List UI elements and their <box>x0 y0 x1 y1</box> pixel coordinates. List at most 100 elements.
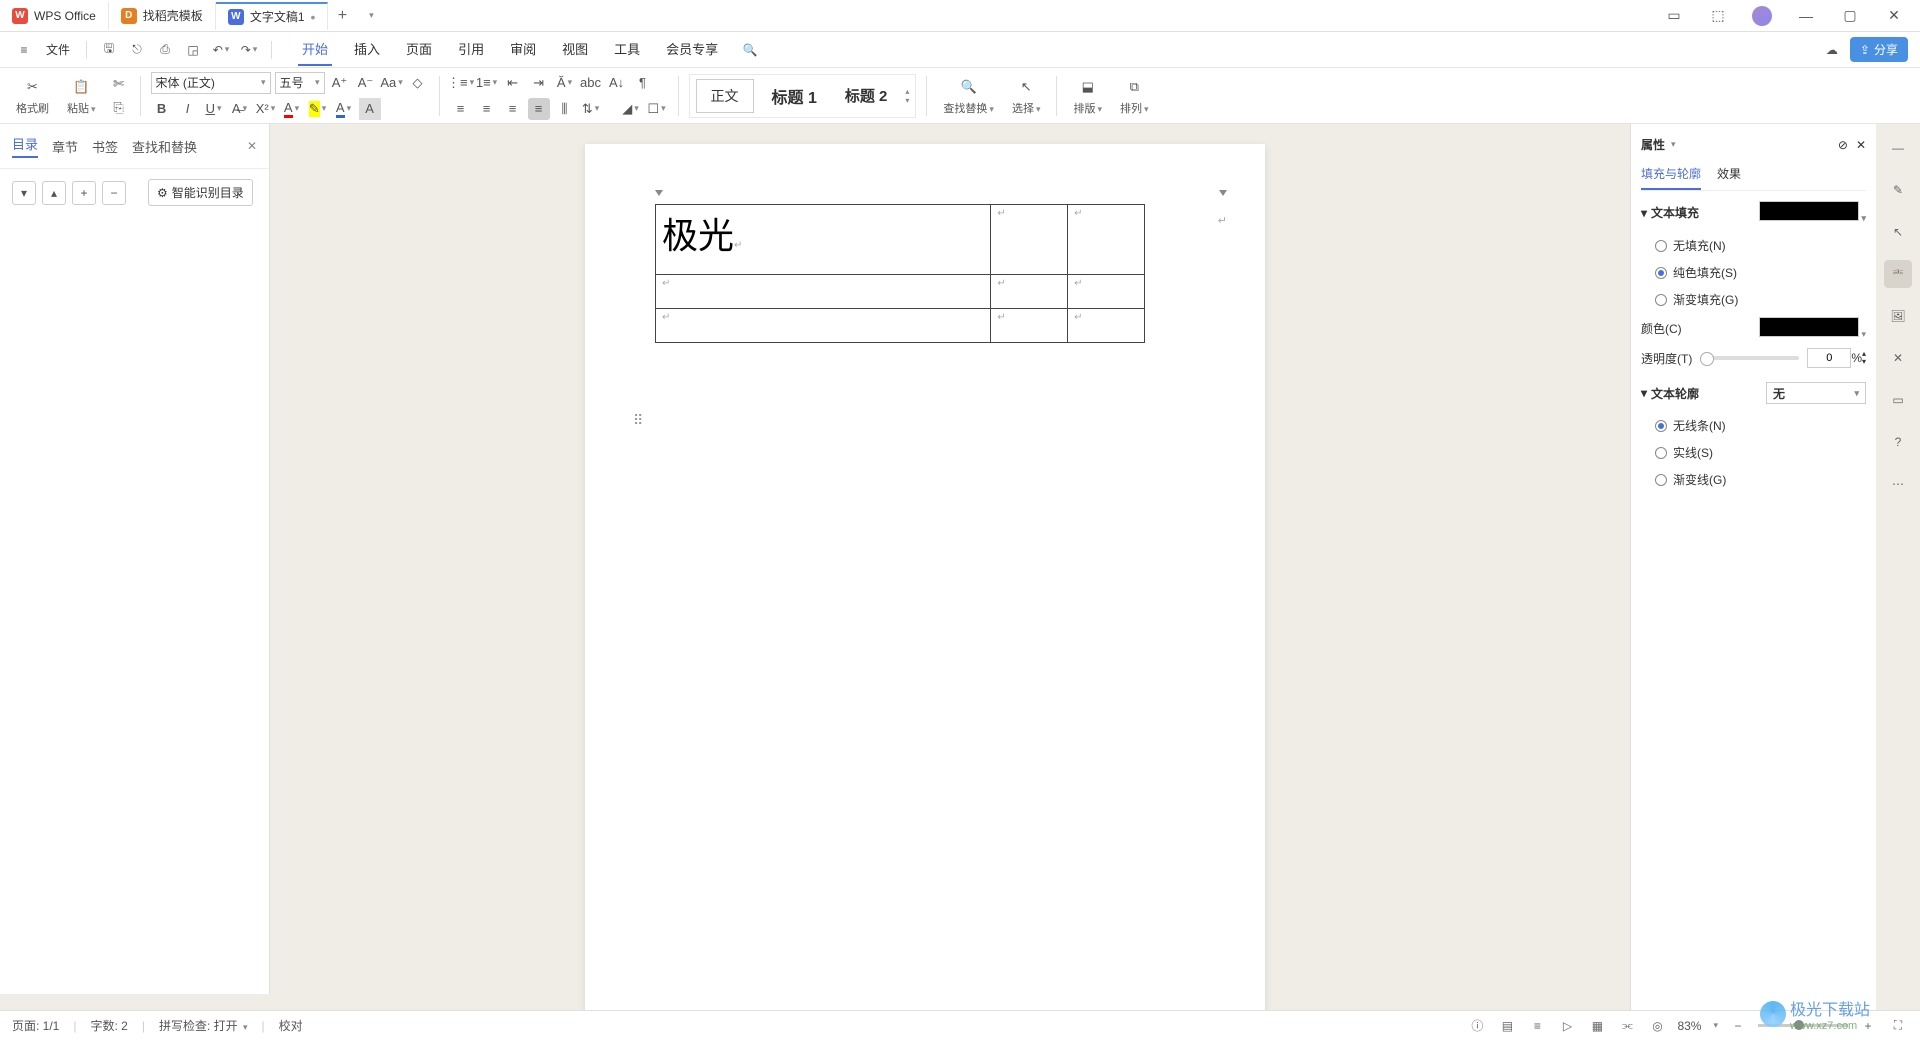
align-left-button[interactable]: ≡ <box>450 98 472 120</box>
font-color-button[interactable]: A▾ <box>281 98 303 120</box>
align-center-button[interactable]: ≡ <box>476 98 498 120</box>
minus-icon[interactable]: − <box>102 181 126 205</box>
layout-group[interactable]: ⬓ 排版▾ <box>1067 76 1108 116</box>
tab-view[interactable]: 视图 <box>558 33 592 66</box>
char-shading-button[interactable]: A <box>359 98 381 120</box>
font-size-select[interactable]: 五号▾ <box>275 72 325 94</box>
tab-wps-office[interactable]: W WPS Office <box>0 2 109 30</box>
show-marks-icon[interactable]: ¶ <box>632 72 654 94</box>
text-effects-icon[interactable]: Ă▾ <box>554 72 576 94</box>
color-picker[interactable]: ▾ <box>1759 317 1866 340</box>
radio-no-fill[interactable]: 无填充(N) <box>1641 232 1866 259</box>
style-normal[interactable]: 正文 <box>696 79 754 113</box>
minimize-button[interactable]: — <box>1788 2 1824 30</box>
nav-tab-chapter[interactable]: 章节 <box>52 137 78 156</box>
image-tool-icon[interactable]: 🖼 <box>1884 302 1912 330</box>
play-icon[interactable]: ▷ <box>1557 1016 1577 1036</box>
up-icon[interactable]: ▴ <box>42 181 66 205</box>
ruler-tool-icon[interactable]: ✕ <box>1884 344 1912 372</box>
border-button[interactable]: ☐▾ <box>646 98 668 120</box>
table-cell[interactable]: ↵ <box>656 309 991 343</box>
select-group[interactable]: ↖ 选择▾ <box>1006 76 1047 116</box>
radio-solid-fill[interactable]: 纯色填充(S) <box>1641 259 1866 286</box>
newtab-dropdown[interactable]: ▾ <box>356 10 384 21</box>
nav-tab-bookmark[interactable]: 书签 <box>92 137 118 156</box>
status-words[interactable]: 字数: 2 <box>90 1017 127 1034</box>
shrink-font-icon[interactable]: A⁻ <box>355 72 377 94</box>
print-icon[interactable]: ⎙ <box>153 38 177 62</box>
undo-icon[interactable]: ↶▾ <box>209 38 233 62</box>
format-brush-group[interactable]: ✂ 格式刷 <box>10 76 55 116</box>
table-handle-icon[interactable]: ⠿ <box>633 412 643 429</box>
link2-icon[interactable]: ⫘ <box>1617 1016 1637 1036</box>
panel-icon[interactable]: ▭ <box>1656 2 1692 30</box>
maximize-button[interactable]: ▢ <box>1832 2 1868 30</box>
redo-icon[interactable]: ↷▾ <box>237 38 261 62</box>
new-tab-button[interactable]: + <box>328 7 356 25</box>
table-cell[interactable]: ↵ <box>1068 309 1145 343</box>
table-cell[interactable]: ↵ <box>991 205 1068 275</box>
radio-gradient-line[interactable]: 渐变线(G) <box>1641 466 1866 493</box>
print-preview-icon[interactable]: ◲ <box>181 38 205 62</box>
document-area[interactable]: ↵ 极光↵ ↵ ↵ ↵ ↵ ↵ ↵ ↵ ↵ ⠿ <box>270 124 1580 1010</box>
font-name-select[interactable]: 宋体 (正文)▾ <box>151 72 271 94</box>
copy-icon[interactable]: ⎘ <box>108 97 130 119</box>
avatar-button[interactable] <box>1744 2 1780 30</box>
tab-member[interactable]: 会员专享 <box>662 33 722 66</box>
status-proof[interactable]: 校对 <box>279 1017 303 1034</box>
target-icon[interactable]: ◎ <box>1647 1016 1667 1036</box>
underline-button[interactable]: U▾ <box>203 98 225 120</box>
help-icon[interactable]: ? <box>1884 428 1912 456</box>
share-button[interactable]: ⇪ 分享 <box>1850 37 1908 62</box>
highlight-button[interactable]: ✎▾ <box>307 98 329 120</box>
tab-document[interactable]: W 文字文稿1 • <box>216 2 329 30</box>
tab-template[interactable]: D 找稻壳模板 <box>109 2 216 30</box>
fill-preview[interactable]: ▾ <box>1759 201 1866 224</box>
status-spell[interactable]: 拼写检查: 打开 ▾ <box>159 1017 248 1034</box>
line-spacing-button[interactable]: ⇅▾ <box>580 98 602 120</box>
smart-toc-button[interactable]: ⚙ 智能识别目录 <box>148 179 253 206</box>
distribute-button[interactable]: ⫼ <box>554 98 576 120</box>
prop-tab-effect[interactable]: 效果 <box>1717 165 1741 190</box>
settings-tool-icon[interactable]: ⎃ <box>1884 260 1912 288</box>
table-cell[interactable]: 极光↵ <box>656 205 991 275</box>
pin-icon[interactable]: ⊘ <box>1838 138 1848 152</box>
cut-icon[interactable]: ✄ <box>108 73 130 95</box>
file-menu[interactable]: 文件 <box>40 37 76 62</box>
tab-home[interactable]: 开始 <box>298 33 332 66</box>
style-heading2[interactable]: 标题 2 <box>835 79 898 112</box>
radio-no-line[interactable]: 无线条(N) <box>1641 412 1866 439</box>
view3-icon[interactable]: ▦ <box>1587 1016 1607 1036</box>
save-icon[interactable]: 🖫 <box>97 38 121 62</box>
table-cell[interactable]: ↵ <box>991 275 1068 309</box>
opacity-input[interactable] <box>1807 348 1851 368</box>
table-cell[interactable]: ↵ <box>1068 275 1145 309</box>
collapse-icon[interactable]: ▾ <box>12 181 36 205</box>
close-button[interactable]: ✕ <box>1876 2 1912 30</box>
link-icon[interactable]: ⎋ <box>125 38 149 62</box>
zoom-value[interactable]: 83% <box>1677 1019 1701 1033</box>
tab-page[interactable]: 页面 <box>402 33 436 66</box>
chevron-down-icon[interactable]: ▾ <box>1671 139 1676 150</box>
tab-tools[interactable]: 工具 <box>610 33 644 66</box>
spinner-icon[interactable]: ▴▾ <box>1862 350 1866 366</box>
nav-tab-search[interactable]: 查找和替换 <box>132 137 197 156</box>
zoom-out-button[interactable]: − <box>1728 1016 1748 1036</box>
prop-tab-fill[interactable]: 填充与轮廓 <box>1641 165 1701 190</box>
book-tool-icon[interactable]: ▭ <box>1884 386 1912 414</box>
clear-format-icon[interactable]: ◇ <box>407 72 429 94</box>
status-page[interactable]: 页面: 1/1 <box>12 1017 59 1034</box>
tab-reference[interactable]: 引用 <box>454 33 488 66</box>
table-cell[interactable]: ↵ <box>656 275 991 309</box>
hamburger-icon[interactable]: ≡ <box>12 38 36 62</box>
radio-solid-line[interactable]: 实线(S) <box>1641 439 1866 466</box>
fullscreen-icon[interactable]: ⛶ <box>1888 1016 1908 1036</box>
bullets-button[interactable]: ⋮≡▾ <box>450 72 472 94</box>
strikethrough-icon[interactable]: abc <box>580 72 602 94</box>
chevron-down-icon[interactable]: ▾ <box>1641 386 1647 400</box>
close-icon[interactable]: ✕ <box>1856 138 1866 152</box>
chevron-down-icon[interactable]: ▾ <box>1641 206 1647 220</box>
align-right-button[interactable]: ≡ <box>502 98 524 120</box>
nav-close-button[interactable]: ✕ <box>247 139 257 153</box>
more-icon[interactable]: ⋯ <box>1884 470 1912 498</box>
